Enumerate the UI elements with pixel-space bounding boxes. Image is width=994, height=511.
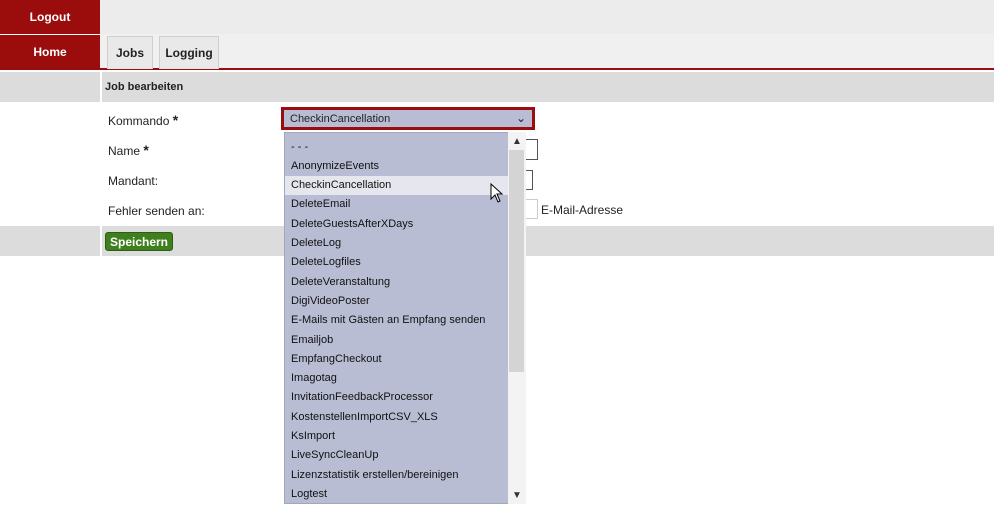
mouse-pointer-icon: [490, 183, 504, 203]
dropdown-option[interactable]: CheckinCancellation: [285, 175, 509, 195]
dropdown-option[interactable]: AnonymizeEvents: [285, 156, 509, 175]
name-label: Name *: [108, 142, 149, 158]
dropdown-option[interactable]: DeleteVeranstaltung: [285, 272, 509, 291]
dropdown-option[interactable]: DigiVideoPoster: [285, 291, 509, 310]
section-title: Job bearbeiten: [105, 81, 184, 93]
tab-jobs[interactable]: Jobs: [107, 36, 153, 69]
dropdown-option[interactable]: KsImport: [285, 427, 509, 446]
tab-bar: [100, 34, 994, 69]
section-header: [102, 72, 994, 102]
dropdown-option[interactable]: DeleteEmail: [285, 195, 509, 214]
scrollbar-thumb[interactable]: [509, 150, 524, 372]
nav-divider: [0, 69, 994, 70]
home-button[interactable]: Home: [0, 35, 100, 69]
dropdown-option[interactable]: DeleteLog: [285, 234, 509, 253]
scroll-up-icon[interactable]: ▲: [508, 132, 526, 150]
top-bar: [100, 0, 994, 34]
email-address-label: E-Mail-Adresse: [541, 203, 624, 217]
scroll-down-icon[interactable]: ▼: [508, 486, 526, 504]
kommando-label: Kommando *: [108, 112, 179, 128]
fehler-label: Fehler senden an:: [108, 204, 205, 218]
dropdown-option[interactable]: E-Mails mit Gästen an Empfang senden: [285, 311, 509, 330]
dropdown-option[interactable]: KostenstellenImportCSV_XLS: [285, 407, 509, 426]
footer-band: [102, 226, 994, 256]
dropdown-option[interactable]: Imagotag: [285, 369, 509, 388]
dropdown-option[interactable]: - - -: [285, 137, 509, 156]
dropdown-option[interactable]: DeleteLogfiles: [285, 253, 509, 272]
dropdown-option[interactable]: Logtest: [285, 484, 509, 503]
dropdown-option[interactable]: Lizenzstatistik erstellen/bereinigen: [285, 465, 509, 484]
dropdown-option[interactable]: InvitationFeedbackProcessor: [285, 388, 509, 407]
dropdown-option[interactable]: LiveSyncCleanUp: [285, 446, 509, 465]
dropdown-option[interactable]: EmpfangCheckout: [285, 349, 509, 368]
logout-button[interactable]: Logout: [0, 0, 100, 34]
dropdown-option[interactable]: DeleteGuestsAfterXDays: [285, 214, 509, 233]
tab-logging[interactable]: Logging: [159, 36, 219, 69]
chevron-down-icon: ⌄: [515, 111, 526, 125]
mandant-label: Mandant:: [108, 174, 159, 188]
kommando-select[interactable]: CheckinCancellation ⌄: [281, 107, 535, 130]
left-footer-band: [0, 226, 100, 256]
left-band: [0, 72, 100, 102]
dropdown-option[interactable]: Emailjob: [285, 330, 509, 349]
save-button[interactable]: Speichern: [105, 232, 173, 251]
